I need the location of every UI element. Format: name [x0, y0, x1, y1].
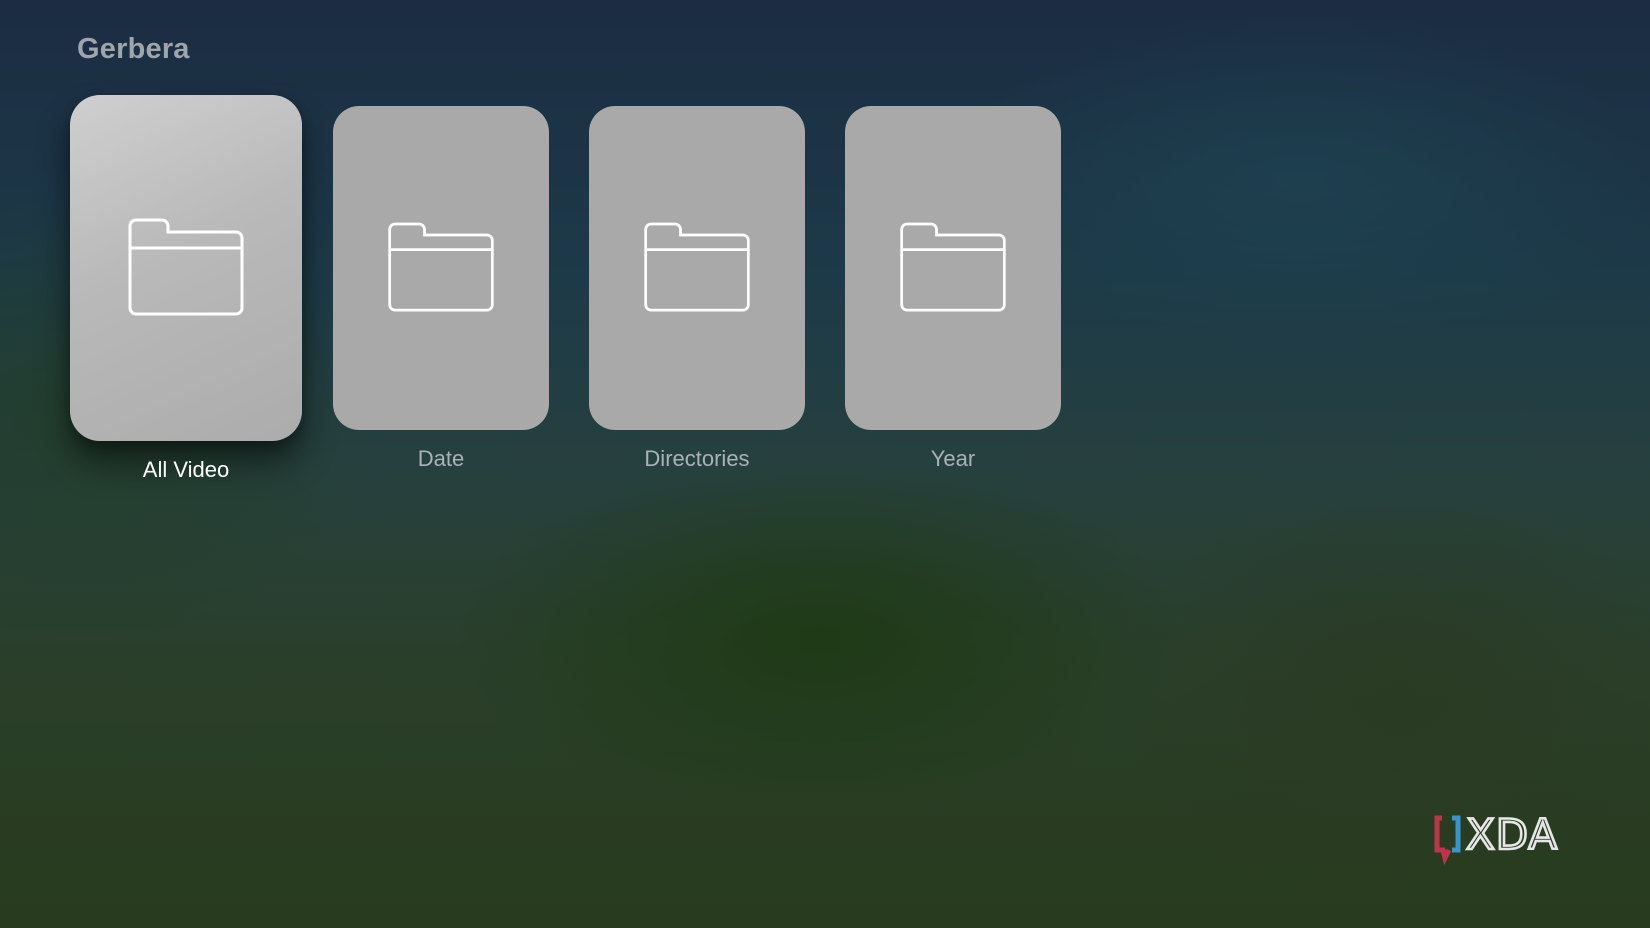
tile-label: Year [930, 446, 976, 471]
tile-date[interactable]: Date [333, 106, 549, 476]
xda-logo-text: XDA [1466, 810, 1558, 859]
folder-icon [388, 222, 494, 312]
tile-label: Directories [644, 446, 750, 471]
folder-icon [128, 218, 244, 316]
tile-card[interactable] [70, 95, 302, 441]
tile-card[interactable] [845, 106, 1061, 430]
folder-icon [900, 222, 1006, 312]
tile-year[interactable]: Year [845, 106, 1061, 476]
tile-card[interactable] [333, 106, 549, 430]
tile-label: Date [417, 446, 465, 471]
tile-directories[interactable]: Directories [589, 106, 805, 476]
app-title: Gerbera [77, 33, 190, 65]
xda-logo: XDA [1434, 810, 1558, 866]
tile-all-video[interactable]: All Video [70, 95, 302, 487]
folder-icon [644, 222, 750, 312]
tile-card[interactable] [589, 106, 805, 430]
tile-label: All Video [142, 457, 230, 482]
